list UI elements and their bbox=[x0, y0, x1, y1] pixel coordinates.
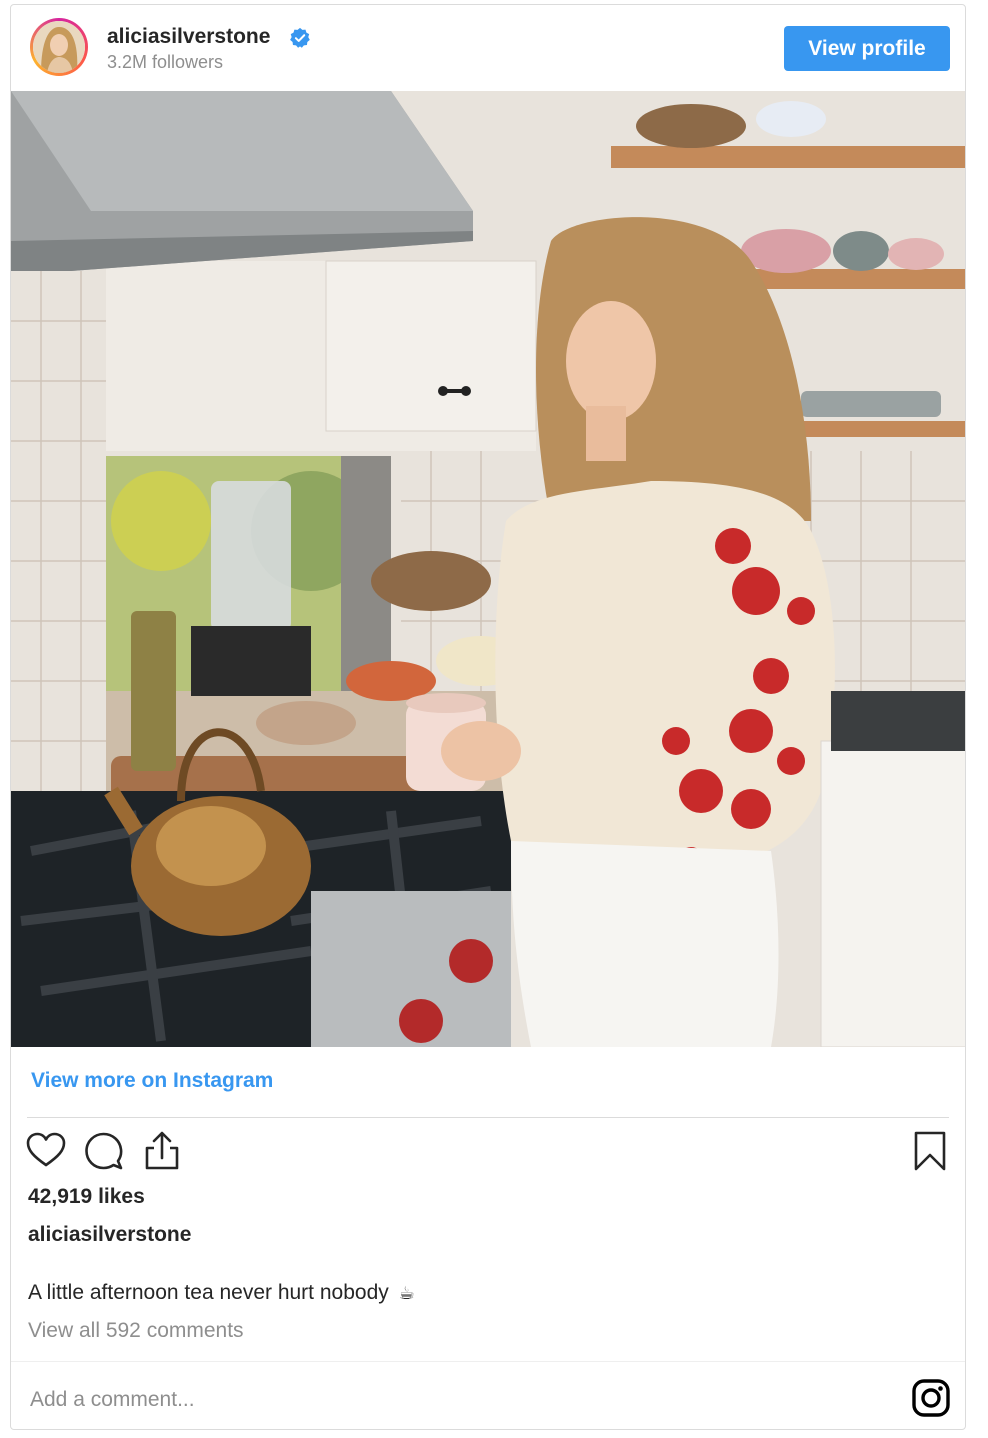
divider bbox=[27, 1117, 949, 1118]
bookmark-icon[interactable] bbox=[909, 1130, 951, 1172]
caption-username[interactable]: aliciasilverstone bbox=[28, 1223, 191, 1247]
comment-icon[interactable] bbox=[83, 1130, 125, 1172]
follower-count: 3.2M followers bbox=[107, 52, 224, 72]
avatar[interactable] bbox=[30, 18, 88, 76]
username[interactable]: aliciasilverstone bbox=[107, 25, 270, 49]
like-count[interactable]: 42,919 likes bbox=[28, 1185, 145, 1209]
post-header: aliciasilverstone 3.2M followers View pr… bbox=[11, 5, 965, 91]
heart-icon[interactable] bbox=[25, 1130, 67, 1172]
share-icon[interactable] bbox=[141, 1130, 183, 1172]
kitchen-photo[interactable] bbox=[11, 91, 965, 1047]
instagram-logo-icon[interactable] bbox=[911, 1378, 951, 1418]
action-bar bbox=[11, 1130, 965, 1174]
verified-badge-icon bbox=[290, 27, 310, 48]
avatar-image bbox=[33, 21, 85, 73]
instagram-embed-card: aliciasilverstone 3.2M followers View pr… bbox=[10, 4, 966, 1430]
tea-cup-emoji: ☕ bbox=[398, 1283, 415, 1303]
divider bbox=[11, 1361, 965, 1362]
comment-input[interactable] bbox=[28, 1383, 852, 1417]
view-more-link[interactable]: View more on Instagram bbox=[31, 1069, 273, 1093]
view-profile-button[interactable]: View profile bbox=[784, 26, 950, 71]
caption: A little afternoon tea never hurt nobody… bbox=[28, 1281, 415, 1305]
view-comments-link[interactable]: View all 592 comments bbox=[28, 1319, 244, 1343]
caption-text: A little afternoon tea never hurt nobody bbox=[28, 1281, 389, 1304]
